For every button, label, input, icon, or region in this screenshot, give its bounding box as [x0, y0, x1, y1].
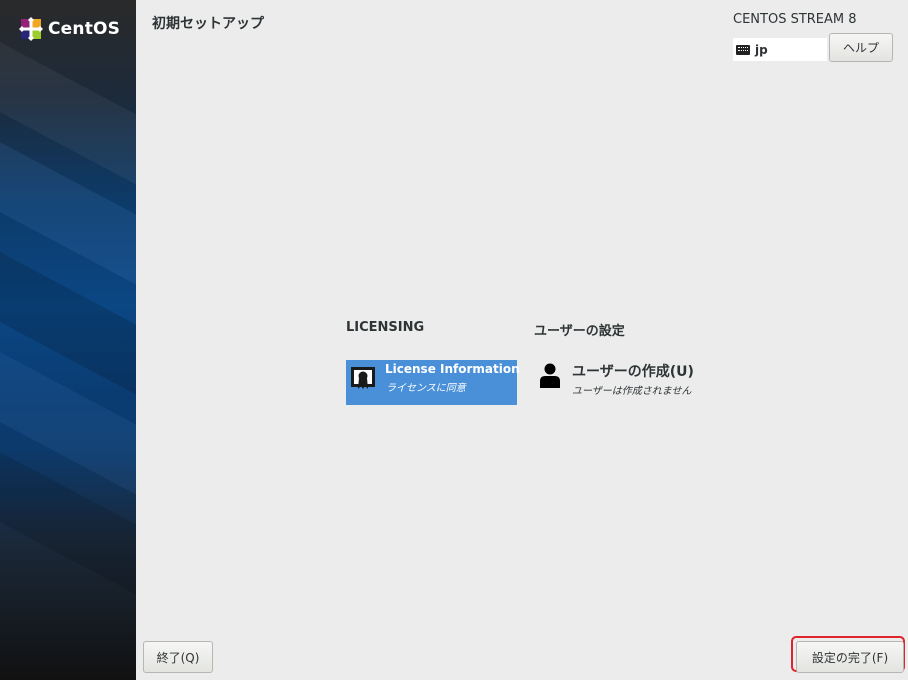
license-information-spoke[interactable]: License Information ライセンスに同意 — [346, 360, 520, 405]
quit-button[interactable]: 終了(Q) — [143, 641, 213, 673]
user-settings-category-label: ユーザーの設定 — [534, 324, 625, 339]
keyboard-layout-label: jp — [755, 42, 768, 57]
license-icon — [351, 367, 375, 389]
user-spoke-status: ユーザーは作成されません — [572, 386, 692, 397]
keyboard-layout-indicator[interactable]: jp — [733, 38, 827, 61]
sidebar: CentOS — [0, 0, 136, 680]
license-spoke-title: License Information — [385, 362, 520, 376]
centos-logo-icon — [19, 17, 43, 41]
user-spoke-title: ユーザーの作成(U) — [572, 364, 694, 380]
license-spoke-status: ライセンスに同意 — [386, 383, 466, 394]
user-creation-spoke[interactable]: ユーザーの作成(U) ユーザーは作成されません — [534, 360, 720, 405]
keyboard-icon — [736, 44, 750, 55]
logo-text: CentOS — [48, 19, 121, 39]
user-icon — [540, 363, 560, 388]
product-name: CENTOS STREAM 8 — [733, 12, 857, 27]
help-button[interactable]: ヘルプ — [829, 33, 893, 62]
page-title: 初期セットアップ — [152, 16, 264, 32]
centos-logo: CentOS — [19, 17, 120, 41]
licensing-category-label: LICENSING — [346, 320, 425, 335]
finish-configuration-button[interactable]: 設定の完了(F) — [796, 641, 904, 673]
